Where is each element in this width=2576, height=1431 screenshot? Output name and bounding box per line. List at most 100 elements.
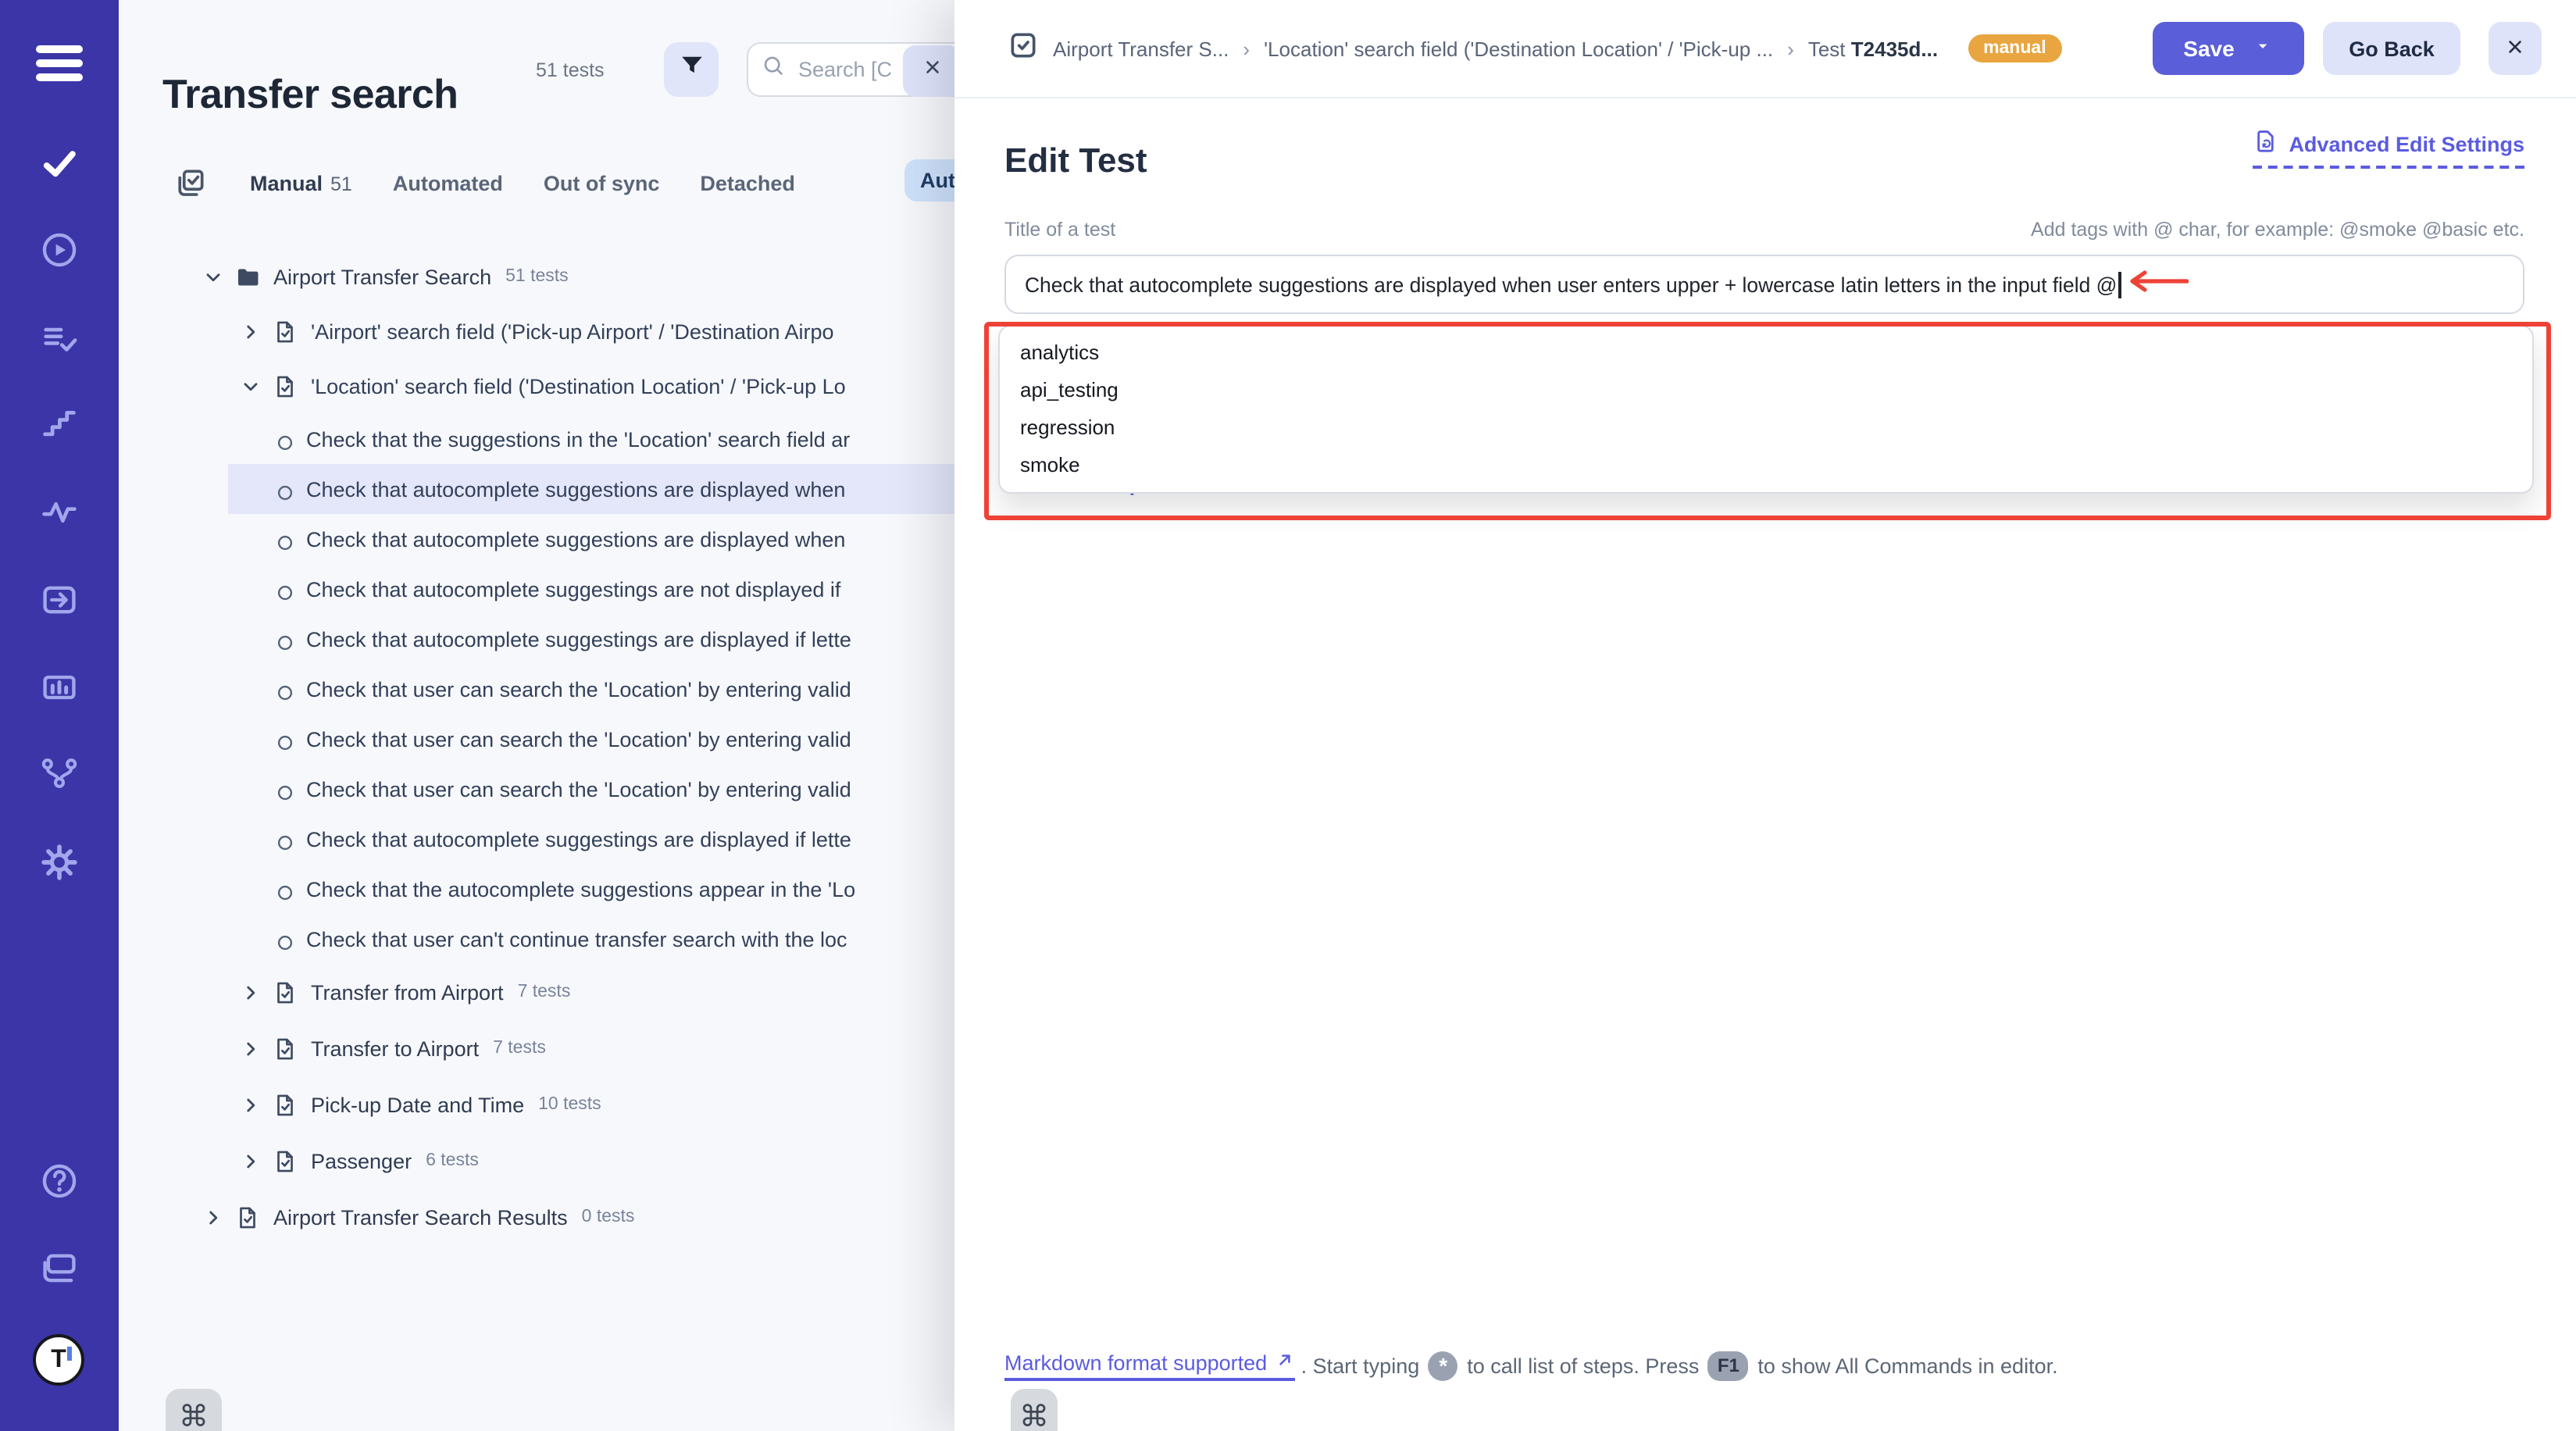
test-case-row[interactable]: Check that autocomplete suggestings are … bbox=[119, 564, 954, 614]
tree-item-count: 51 tests bbox=[505, 267, 569, 286]
suite-row[interactable]: Airport Transfer Search Results 0 tests bbox=[119, 1189, 954, 1245]
chevron-right-icon[interactable] bbox=[241, 1037, 262, 1059]
sidebar-item-check[interactable] bbox=[34, 141, 84, 191]
gear-icon bbox=[39, 841, 80, 890]
test-case-row[interactable]: Check that autocomplete suggestings are … bbox=[119, 614, 954, 664]
tree-item-label: Check that autocomplete suggestings are … bbox=[306, 577, 840, 601]
command-palette-button[interactable]: ⌘ bbox=[166, 1389, 222, 1431]
test-case-row[interactable]: Check that user can't continue transfer … bbox=[119, 914, 954, 964]
task-square-icon bbox=[1008, 29, 1039, 68]
avatar[interactable]: T bbox=[33, 1334, 84, 1386]
tree-item-count: 0 tests bbox=[582, 1208, 635, 1226]
tab-label: Aut bbox=[920, 169, 954, 192]
test-circle-icon bbox=[277, 630, 294, 648]
test-case-row[interactable]: Check that the suggestions in the 'Locat… bbox=[119, 414, 954, 464]
folder-icon bbox=[234, 263, 261, 290]
command-palette-button[interactable]: ⌘ bbox=[1011, 1389, 1058, 1431]
test-case-row[interactable]: Check that autocomplete suggestions are … bbox=[119, 514, 954, 564]
document-check-icon bbox=[272, 319, 298, 345]
test-case-row[interactable]: Check that user can search the 'Location… bbox=[119, 664, 954, 714]
chevron-down-icon[interactable] bbox=[241, 376, 262, 398]
tab-automation[interactable]: Aut bbox=[904, 159, 954, 202]
breadcrumb-test[interactable]: Test T2435d... bbox=[1808, 37, 1938, 60]
tree-item-label: Passenger bbox=[311, 1149, 412, 1172]
close-button[interactable] bbox=[2489, 22, 2542, 75]
chevron-right-icon[interactable] bbox=[203, 1206, 225, 1228]
suite-row[interactable]: 'Location' search field ('Destination Lo… bbox=[119, 359, 954, 414]
chevron-right-icon[interactable] bbox=[241, 981, 262, 1003]
sidebar-item-dashboard[interactable] bbox=[34, 666, 84, 716]
suite-row[interactable]: Airport Transfer Search51 tests bbox=[119, 248, 954, 305]
suite-row[interactable]: Transfer from Airport7 tests bbox=[119, 964, 954, 1020]
go-back-button[interactable]: Go Back bbox=[2323, 22, 2460, 75]
suite-row[interactable]: Passenger6 tests bbox=[119, 1133, 954, 1189]
tree-item-label: Transfer to Airport bbox=[311, 1037, 479, 1060]
chevron-right-icon[interactable] bbox=[241, 1094, 262, 1115]
test-case-row[interactable]: Check that user can search the 'Location… bbox=[119, 764, 954, 814]
select-all-icon[interactable] bbox=[172, 164, 209, 202]
chevron-right-icon[interactable] bbox=[241, 321, 262, 343]
test-runs-icon bbox=[39, 318, 80, 366]
save-button[interactable]: Save bbox=[2153, 22, 2304, 75]
sidebar-item-gear[interactable] bbox=[34, 840, 84, 890]
advanced-link-label: Advanced Edit Settings bbox=[2289, 132, 2524, 155]
branch-icon bbox=[39, 752, 80, 801]
file-settings-icon bbox=[2253, 128, 2279, 159]
breadcrumb-suite[interactable]: Airport Transfer S... bbox=[1053, 37, 1229, 60]
tree-item-label: 'Location' search field ('Destination Lo… bbox=[311, 375, 846, 398]
tag-option[interactable]: regression bbox=[1000, 409, 2532, 447]
pulse-icon bbox=[39, 491, 80, 540]
clear-search-button[interactable] bbox=[903, 45, 954, 97]
sidebar-item-milestones[interactable] bbox=[34, 403, 84, 453]
test-case-row[interactable]: Check that user can search the 'Location… bbox=[119, 714, 954, 764]
x-icon bbox=[921, 56, 943, 86]
filter-button[interactable] bbox=[664, 42, 719, 97]
tag-option[interactable]: analytics bbox=[1000, 334, 2532, 372]
tree-item-count: 10 tests bbox=[538, 1095, 601, 1114]
suite-row[interactable]: 'Airport' search field ('Pick-up Airport… bbox=[119, 305, 954, 359]
markdown-supported-link[interactable]: Markdown format supported bbox=[1004, 1350, 1295, 1381]
external-link-icon bbox=[1275, 1350, 1295, 1375]
advanced-edit-settings-link[interactable]: Advanced Edit Settings bbox=[2253, 128, 2524, 169]
sidebar-item-play-circle[interactable] bbox=[34, 228, 84, 278]
tag-option[interactable]: smoke bbox=[1000, 447, 2532, 484]
sidebar-item-sign-in[interactable] bbox=[34, 578, 84, 628]
test-circle-icon bbox=[277, 530, 294, 548]
sidebar-item-branch[interactable] bbox=[34, 751, 84, 801]
drawer-header: Airport Transfer S... › 'Location' searc… bbox=[954, 0, 2576, 98]
sidebar-item-pulse[interactable] bbox=[34, 491, 84, 541]
tree-item-label: Check that autocomplete suggestions are … bbox=[306, 477, 845, 501]
chevron-down-icon[interactable] bbox=[203, 266, 225, 287]
test-case-row[interactable]: Check that autocomplete suggestings are … bbox=[119, 814, 954, 864]
sidebar-item-help[interactable] bbox=[34, 1159, 84, 1209]
suite-row[interactable]: Pick-up Date and Time10 tests bbox=[119, 1076, 954, 1133]
tree-item-count: 7 tests bbox=[518, 983, 571, 1001]
tab-out-of-sync[interactable]: Out of sync bbox=[544, 171, 660, 194]
play-circle-icon bbox=[39, 229, 80, 277]
test-tabs: Manual51 Automated Out of sync Detached bbox=[172, 161, 795, 205]
sidebar-item-test-runs[interactable] bbox=[34, 317, 84, 367]
avatar-letter: T bbox=[51, 1346, 66, 1374]
close-icon bbox=[2504, 35, 2526, 62]
tab-detached[interactable]: Detached bbox=[700, 171, 795, 194]
test-title-input[interactable]: Check that autocomplete suggestions are … bbox=[1004, 255, 2524, 314]
title-value: Check that autocomplete suggestions are … bbox=[1025, 273, 2117, 296]
chevron-right-icon[interactable] bbox=[241, 1150, 262, 1172]
suite-row[interactable]: Transfer to Airport 7 tests bbox=[119, 1020, 954, 1076]
test-repository-panel: Transfer search 51 tests Manual51Automat… bbox=[119, 0, 954, 1431]
test-case-row[interactable]: Check that the autocomplete suggestions … bbox=[119, 864, 954, 914]
tag-option[interactable]: api_testing bbox=[1000, 372, 2532, 409]
dashboard-icon bbox=[39, 666, 80, 715]
document-check-icon bbox=[272, 1147, 298, 1174]
main-sidebar: T bbox=[0, 0, 119, 1431]
menu-icon[interactable] bbox=[36, 45, 83, 81]
test-case-row[interactable]: Check that autocomplete suggestions are … bbox=[119, 464, 954, 514]
tab-automated[interactable]: Automated bbox=[393, 171, 503, 194]
tree-item-count: 7 tests bbox=[493, 1039, 546, 1058]
sidebar-item-storage[interactable] bbox=[34, 1247, 84, 1297]
tree-item-label: Airport Transfer Search Results bbox=[273, 1205, 568, 1229]
tab-manual[interactable]: Manual51 bbox=[250, 171, 352, 194]
breadcrumb-subsuite[interactable]: 'Location' search field ('Destination Lo… bbox=[1264, 37, 1773, 60]
tests-count: 51 tests bbox=[536, 59, 605, 81]
chevron-right-icon: › bbox=[1243, 37, 1250, 60]
